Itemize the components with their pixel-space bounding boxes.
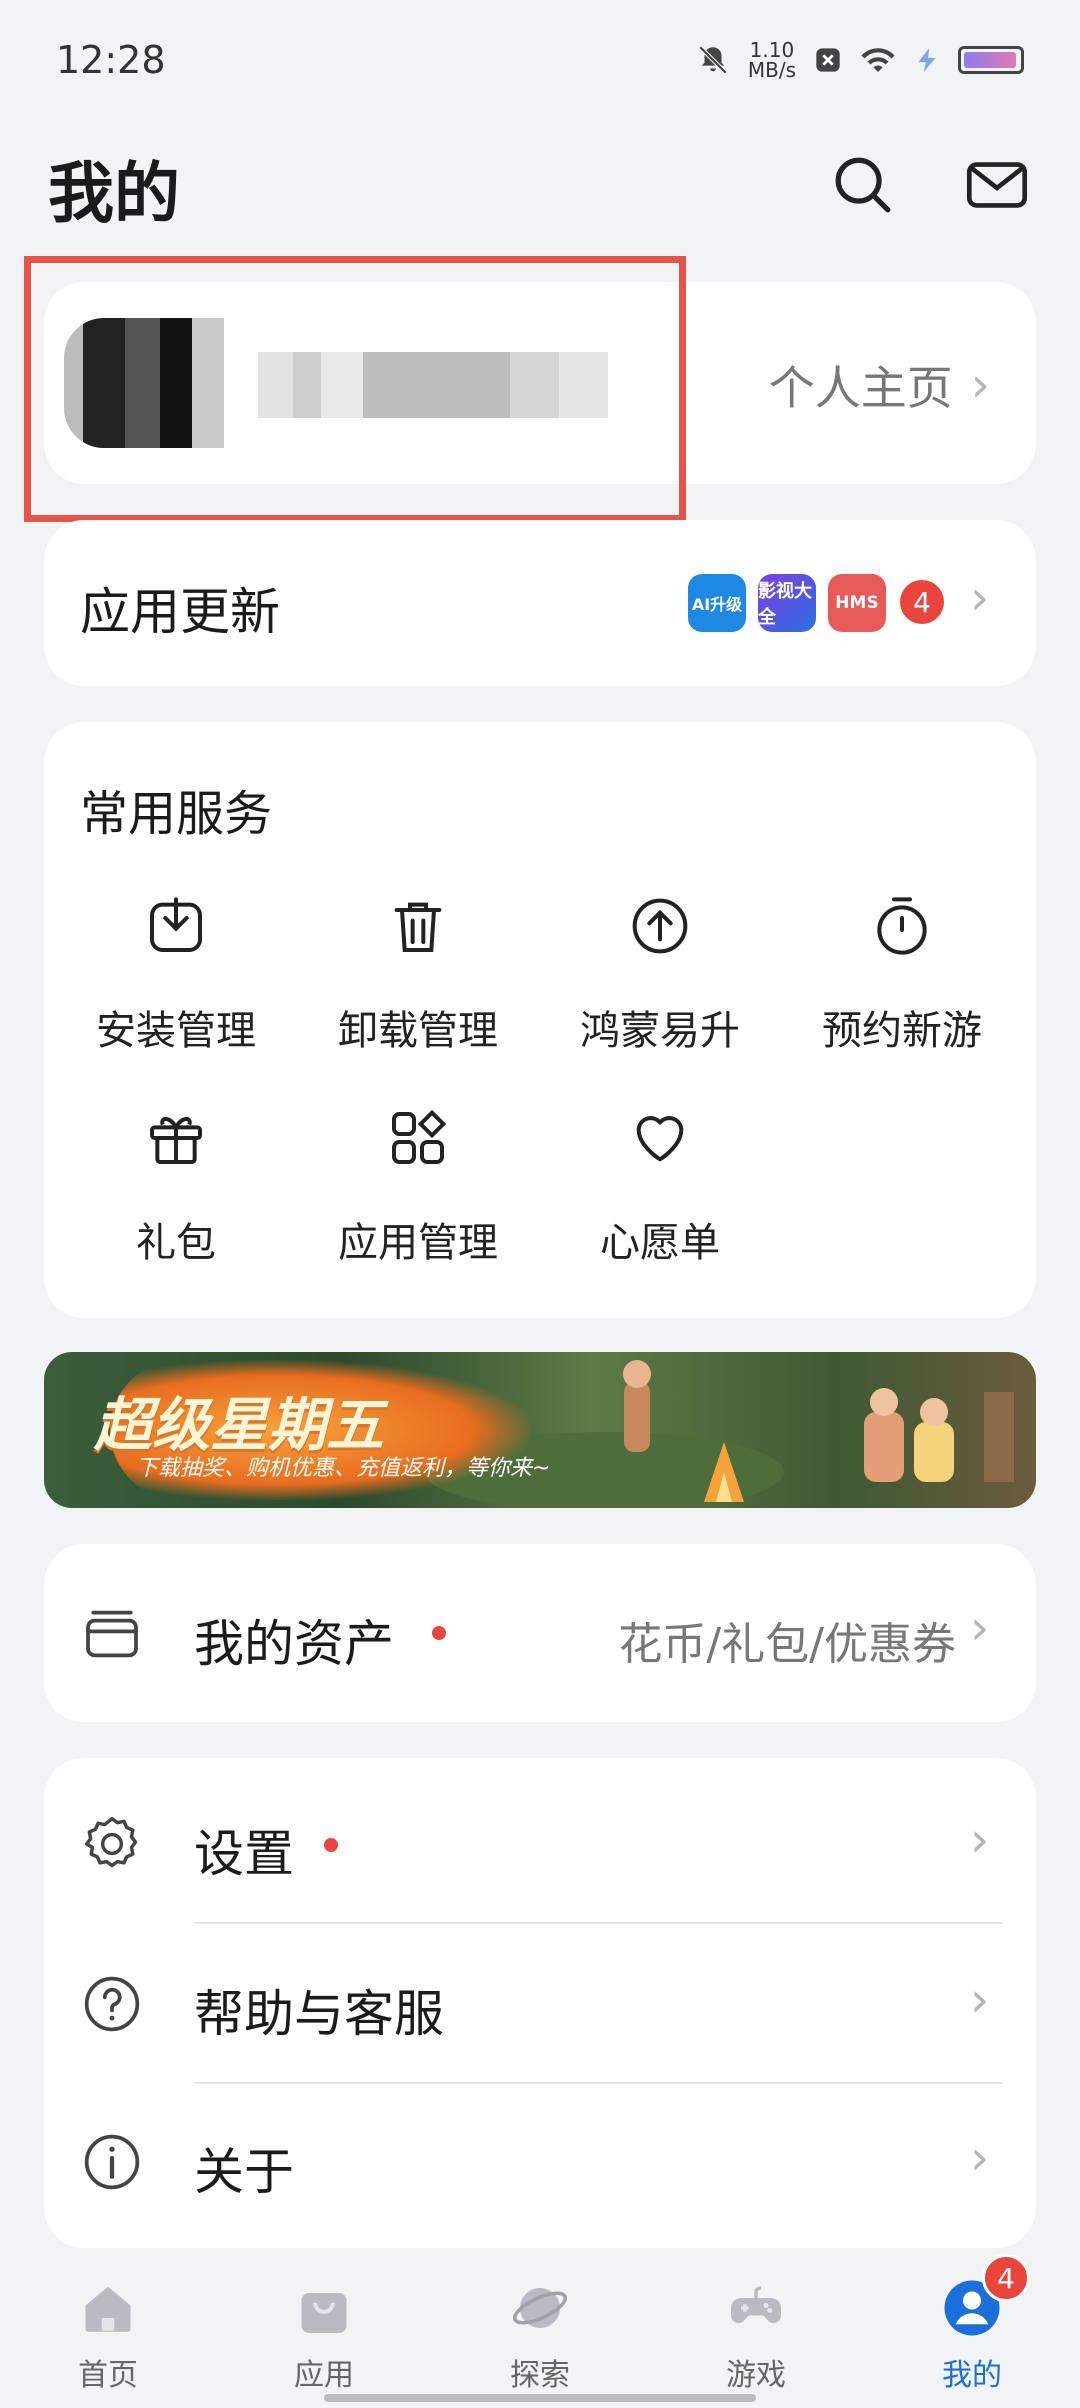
- gamepad-icon: [730, 2286, 782, 2324]
- chevron-right-icon: ›: [970, 1600, 990, 1656]
- highlight-box: [24, 256, 686, 522]
- service-install-manager[interactable]: 安装管理: [56, 894, 296, 1056]
- service-label: 心愿单: [600, 1220, 720, 1266]
- banner-subtitle: 下载抽奖、购机优惠、充值返利，等你来~: [136, 1456, 551, 1481]
- gift-icon: [150, 1117, 202, 1164]
- net-speed-value: 1.10: [749, 38, 795, 62]
- battery-icon: [958, 46, 1024, 74]
- charging-icon: [918, 48, 936, 72]
- net-speed: 1.10 MB/s: [748, 40, 796, 80]
- homepage-label: 个人主页: [768, 361, 953, 415]
- service-harmony-upgrade[interactable]: 鸿蒙易升: [540, 894, 780, 1056]
- wifi-icon: [861, 48, 895, 72]
- bell-off-icon: [698, 45, 728, 75]
- help-service-label: 帮助与客服: [194, 1985, 444, 2043]
- upgrade-arrow-icon: [632, 898, 688, 954]
- service-gift[interactable]: 礼包: [56, 1106, 296, 1268]
- home-icon: [85, 2286, 131, 2332]
- heart-icon: [636, 1116, 684, 1162]
- chevron-right-icon: ›: [970, 357, 990, 413]
- tab-label: 游戏: [726, 2358, 786, 2393]
- service-label: 预约新游: [822, 1008, 982, 1054]
- settings-label: 设置: [194, 1825, 294, 1883]
- my-assets-label: 我的资产: [194, 1615, 394, 1673]
- battery-fill: [964, 52, 1016, 68]
- home-indicator[interactable]: [324, 2394, 756, 2402]
- help-service-row[interactable]: [44, 1924, 1036, 2082]
- status-time: 12:28: [56, 38, 166, 82]
- update-app-icon: HMS: [828, 574, 886, 632]
- chevron-right-icon: ›: [970, 1812, 990, 1868]
- about-label: 关于: [194, 2143, 294, 2201]
- tab-label: 我的: [942, 2358, 1002, 2393]
- tab-apps[interactable]: 应用: [254, 2278, 394, 2394]
- tab-home[interactable]: 首页: [38, 2278, 178, 2394]
- tab-explore[interactable]: 探索: [470, 2278, 610, 2394]
- wallet-box-icon: [86, 1610, 138, 1658]
- install-download-icon: [150, 897, 202, 952]
- services-title: 常用服务: [80, 786, 273, 842]
- chevron-right-icon: ›: [970, 570, 990, 626]
- assets-red-dot: [432, 1626, 446, 1640]
- app-update-label: 应用更新: [80, 583, 280, 641]
- planet-icon: [512, 2288, 568, 2328]
- net-speed-unit: MB/s: [747, 58, 796, 82]
- service-wishlist[interactable]: 心愿单: [540, 1106, 780, 1268]
- app-bag-icon: [301, 2293, 347, 2333]
- service-label: 卸载管理: [338, 1008, 498, 1054]
- app-grid-icon: [392, 1109, 447, 1164]
- update-app-icon: AI升级: [688, 574, 746, 632]
- info-icon: [84, 2134, 140, 2190]
- service-label: 礼包: [136, 1220, 216, 1266]
- assets-detail: 花币/礼包/优惠券: [618, 1619, 956, 1670]
- trash-icon: [394, 902, 442, 952]
- chevron-right-icon: ›: [970, 2130, 990, 2186]
- help-icon: [84, 1976, 140, 2032]
- service-app-manager[interactable]: 应用管理: [298, 1106, 538, 1268]
- service-uninstall-manager[interactable]: 卸载管理: [298, 894, 538, 1056]
- homepage-link[interactable]: 个人主页 ›: [769, 352, 990, 418]
- search-icon[interactable]: [828, 150, 898, 220]
- tab-games[interactable]: 游戏: [686, 2278, 826, 2394]
- service-label: 安装管理: [96, 1008, 256, 1054]
- tab-label: 探索: [510, 2358, 570, 2393]
- update-app-icons: AI升级 影视大全 HMS: [688, 574, 886, 632]
- mail-icon[interactable]: [962, 150, 1032, 220]
- status-icons: 1.10 MB/s: [696, 40, 1024, 80]
- stopwatch-icon: [877, 897, 927, 955]
- tab-label: 应用: [294, 2358, 354, 2393]
- chevron-right-icon: ›: [970, 1972, 990, 2028]
- service-label: 鸿蒙易升: [580, 1008, 740, 1054]
- gear-icon: [84, 1816, 138, 1868]
- tab-mine[interactable]: 我的 4: [902, 2254, 1042, 2394]
- update-app-icon: 影视大全: [758, 574, 816, 632]
- update-count-badge: 4: [900, 580, 944, 624]
- tab-badge: 4: [982, 2254, 1030, 2302]
- notification-x-icon: [816, 48, 840, 72]
- service-game-reservation[interactable]: 预约新游: [782, 894, 1022, 1056]
- tab-label: 首页: [78, 2358, 138, 2393]
- service-label: 应用管理: [338, 1220, 498, 1266]
- settings-red-dot: [324, 1838, 338, 1852]
- page-title: 我的: [48, 155, 180, 232]
- settings-row[interactable]: [44, 1758, 1036, 1922]
- about-row[interactable]: [44, 2084, 1036, 2244]
